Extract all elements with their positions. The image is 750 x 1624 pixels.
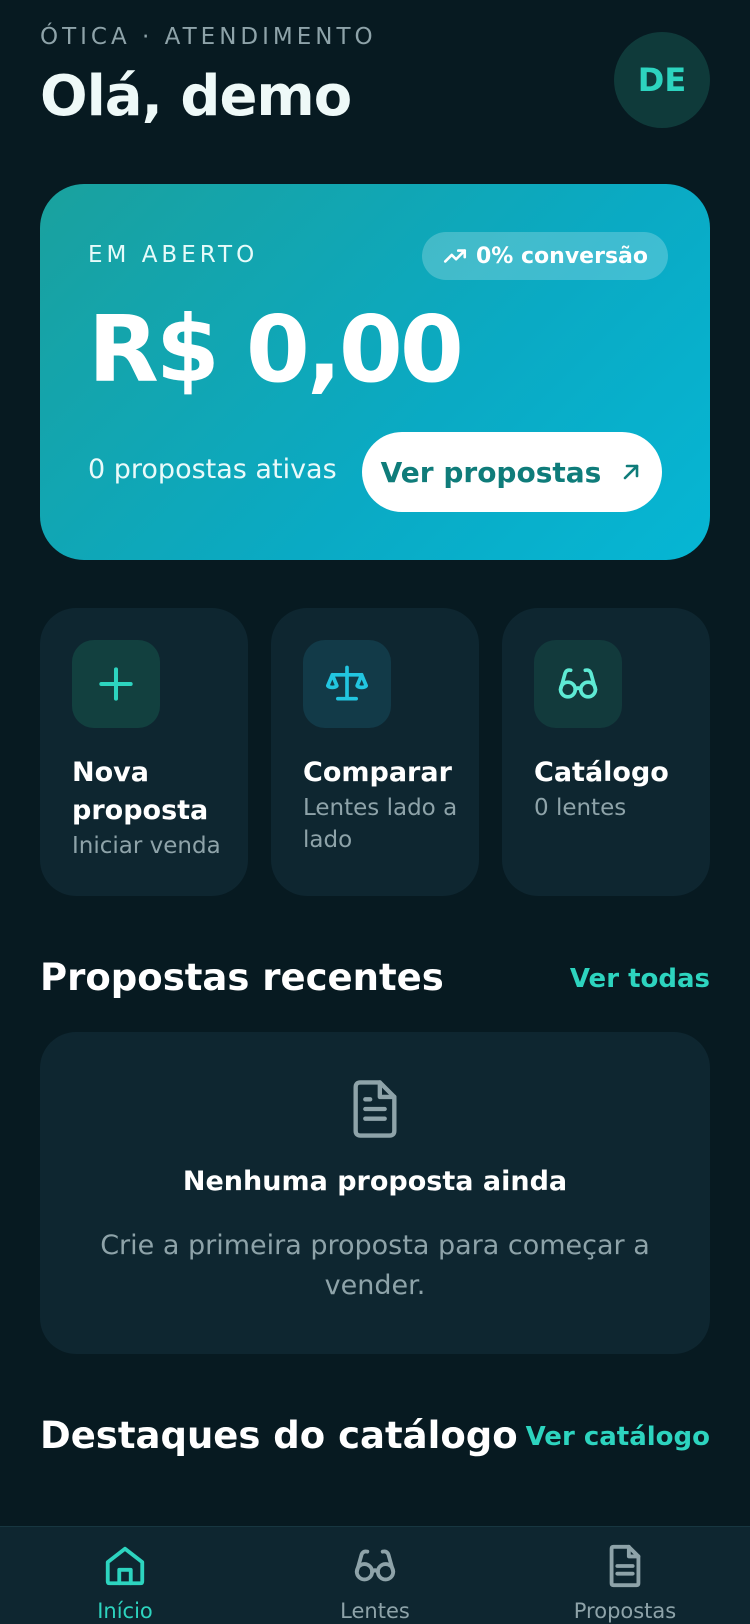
greeting-title: Olá, demo [40, 64, 352, 129]
recent-proposals-title: Propostas recentes [40, 956, 444, 999]
catalog-subtitle: 0 lentes [534, 795, 627, 821]
see-all-link[interactable]: Ver todas [570, 964, 710, 994]
avatar[interactable]: DE [614, 32, 710, 128]
nav-lenses-label: Lentes [340, 1599, 410, 1623]
glasses-icon [354, 1549, 396, 1582]
compare-card[interactable]: Comparar Lentes lado a lado [271, 608, 479, 896]
empty-subtitle: Crie a primeira proposta para começar a … [100, 1230, 650, 1301]
nav-lenses[interactable]: Lentes [250, 1527, 500, 1624]
open-amount: R$ 0,00 [88, 296, 464, 403]
arrow-up-right-icon [624, 464, 639, 480]
conversion-text: 0% conversão [476, 243, 648, 269]
open-value-label: EM ABERTO [88, 242, 259, 268]
new-proposal-subtitle: Iniciar venda [72, 833, 221, 859]
plus-icon [99, 667, 133, 701]
store-eyebrow: ÓTICA · ATENDIMENTO [40, 24, 377, 50]
new-proposal-card[interactable]: Nova proposta Iniciar venda [40, 608, 248, 896]
nav-home-label: Início [97, 1599, 153, 1623]
trending-up-icon [443, 249, 467, 263]
catalog-title: Catálogo [534, 757, 669, 788]
active-proposals-count: 0 propostas ativas [88, 454, 337, 485]
document-icon [609, 1544, 641, 1588]
catalog-card[interactable]: Catálogo 0 lentes [502, 608, 710, 896]
glasses-icon [558, 668, 598, 699]
nav-proposals[interactable]: Propostas [500, 1527, 750, 1624]
nav-home[interactable]: Início [0, 1527, 250, 1624]
conversion-badge: 0% conversão [422, 232, 668, 280]
catalog-highlights-title: Destaques do catálogo [40, 1414, 518, 1457]
home-icon [105, 1546, 145, 1586]
open-value-card: EM ABERTO 0% conversão R$ 0,00 0 propost… [40, 184, 710, 560]
compare-subtitle: Lentes lado a lado [303, 795, 458, 853]
see-catalog-link[interactable]: Ver catálogo [526, 1422, 710, 1452]
empty-title: Nenhuma proposta ainda [182, 1166, 568, 1197]
bottom-nav: Início Lentes Propostas [0, 1526, 750, 1624]
home-screen: ÓTICA · ATENDIMENTO Olá, demo DE EM ABER… [0, 0, 750, 1624]
new-proposal-title: Nova proposta [72, 757, 209, 826]
compare-title: Comparar [303, 757, 452, 788]
see-proposals-button[interactable]: Ver propostas [362, 432, 662, 512]
catalog-icon-tile [534, 640, 622, 728]
compare-icon-tile [303, 640, 391, 728]
scale-icon [325, 665, 369, 701]
new-proposal-icon-tile [72, 640, 160, 728]
nav-proposals-label: Propostas [573, 1599, 677, 1623]
document-icon [353, 1080, 397, 1138]
see-proposals-label: Ver propostas [380, 455, 602, 489]
empty-proposals-state: Nenhuma proposta ainda Crie a primeira p… [40, 1032, 710, 1354]
